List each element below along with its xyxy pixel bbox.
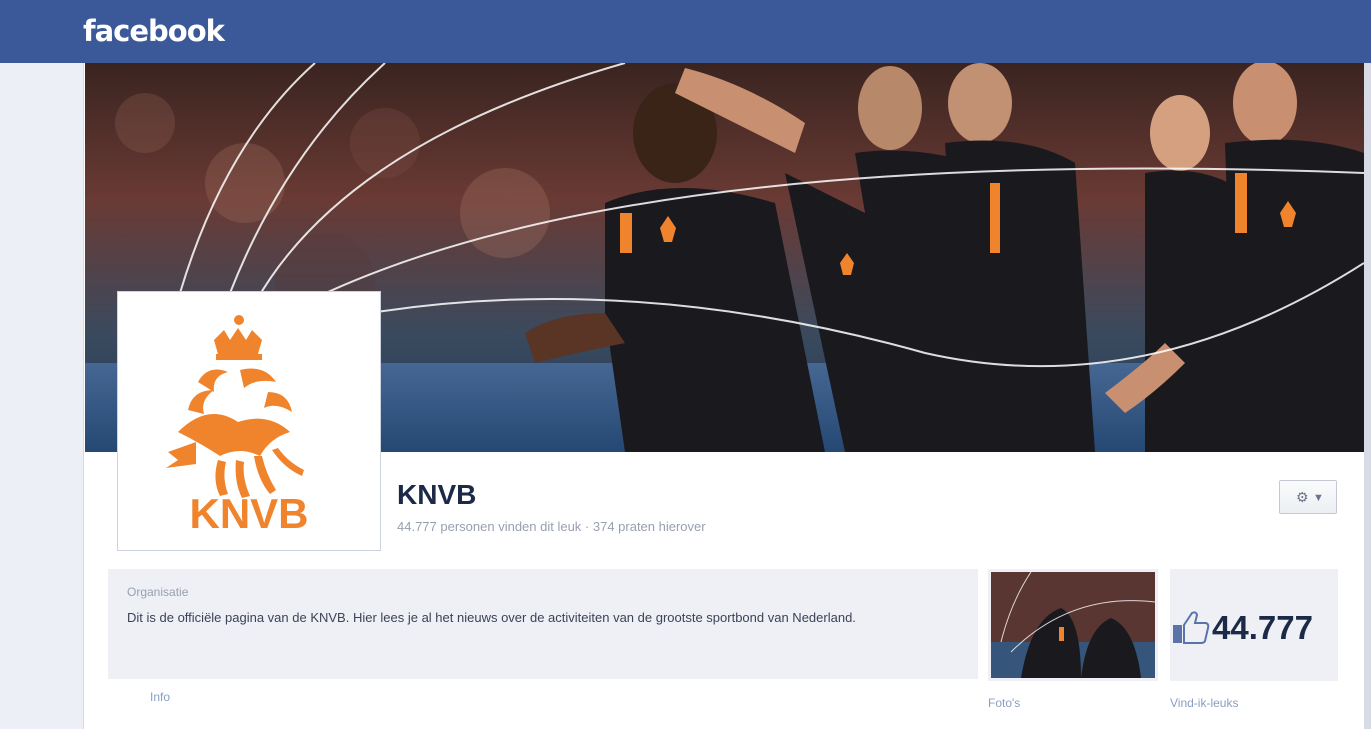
thumbs-up-icon <box>1173 611 1210 644</box>
left-sidebar <box>0 63 84 729</box>
likes-box[interactable]: 44.777 <box>1170 569 1338 681</box>
photos-link[interactable]: Foto's <box>988 696 1020 710</box>
facebook-logo[interactable]: facebook <box>83 14 225 48</box>
about-box[interactable]: Organisatie Dit is de officiële pagina v… <box>108 569 978 679</box>
photos-thumbnail[interactable] <box>988 569 1158 681</box>
likes-count: 44.777 <box>1212 609 1313 646</box>
knvb-lion-logo: KNVB <box>166 315 309 537</box>
gear-icon: ⚙ <box>1296 489 1309 505</box>
likes-link[interactable]: Vind-ik-leuks <box>1170 696 1238 710</box>
photos-thumbnail-image <box>991 572 1155 678</box>
page-title[interactable]: KNVB <box>397 479 476 511</box>
settings-dropdown-button[interactable]: ⚙ ▼ <box>1279 480 1337 514</box>
chevron-down-icon: ▼ <box>1313 492 1324 504</box>
knvb-logo-text: KNVB <box>189 490 308 537</box>
profile-picture[interactable]: KNVB <box>118 292 380 550</box>
page-category: Organisatie <box>127 585 189 599</box>
right-edge-panel <box>1364 63 1371 729</box>
page-description: Dit is de officiële pagina van de KNVB. … <box>127 610 856 625</box>
info-link[interactable]: Info <box>150 690 170 704</box>
top-navigation-bar: facebook <box>0 0 1371 63</box>
page-stats: 44.777 personen vinden dit leuk · 374 pr… <box>397 519 706 534</box>
